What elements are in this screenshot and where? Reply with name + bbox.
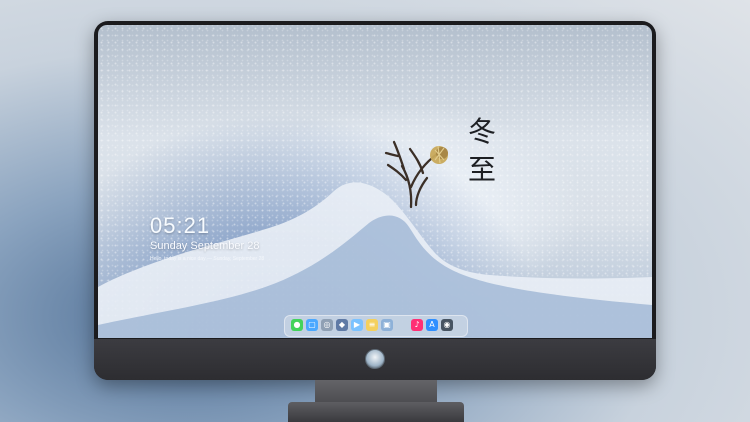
desktop-screen: 冬 至	[98, 25, 652, 338]
video-icon[interactable]: ▶	[351, 319, 363, 331]
finder-icon[interactable]: ▢	[306, 319, 318, 331]
messages-icon[interactable]: ●	[291, 319, 303, 331]
char-top: 冬	[467, 115, 496, 148]
snow-mound	[98, 182, 652, 338]
logo-icon	[365, 349, 385, 369]
winter-solstice-label: 冬 至	[462, 113, 502, 189]
char-bottom: 至	[467, 153, 496, 186]
lockscreen-date: Sunday September 28	[150, 240, 260, 252]
preview-icon[interactable]: ▣	[381, 319, 393, 331]
appstore-icon[interactable]: A	[426, 319, 438, 331]
lockscreen-clock: 05:21	[150, 213, 211, 238]
monitor-stand-base	[288, 402, 464, 422]
safari-icon[interactable]: ◎	[321, 319, 333, 331]
dock: ● ▢ ◎ ◆ ▶ ≡ ▣ ♪ A ◉	[284, 315, 468, 337]
monitor-stand-neck	[315, 380, 437, 404]
photos-icon[interactable]: ◆	[336, 319, 348, 331]
notes-icon[interactable]: ≡	[366, 319, 378, 331]
dried-plant	[384, 140, 448, 209]
music-icon[interactable]: ♪	[411, 319, 423, 331]
camera-icon[interactable]: ◉	[441, 319, 453, 331]
status-line: Hello, today is a nice day — Sunday, Sep…	[150, 256, 265, 262]
